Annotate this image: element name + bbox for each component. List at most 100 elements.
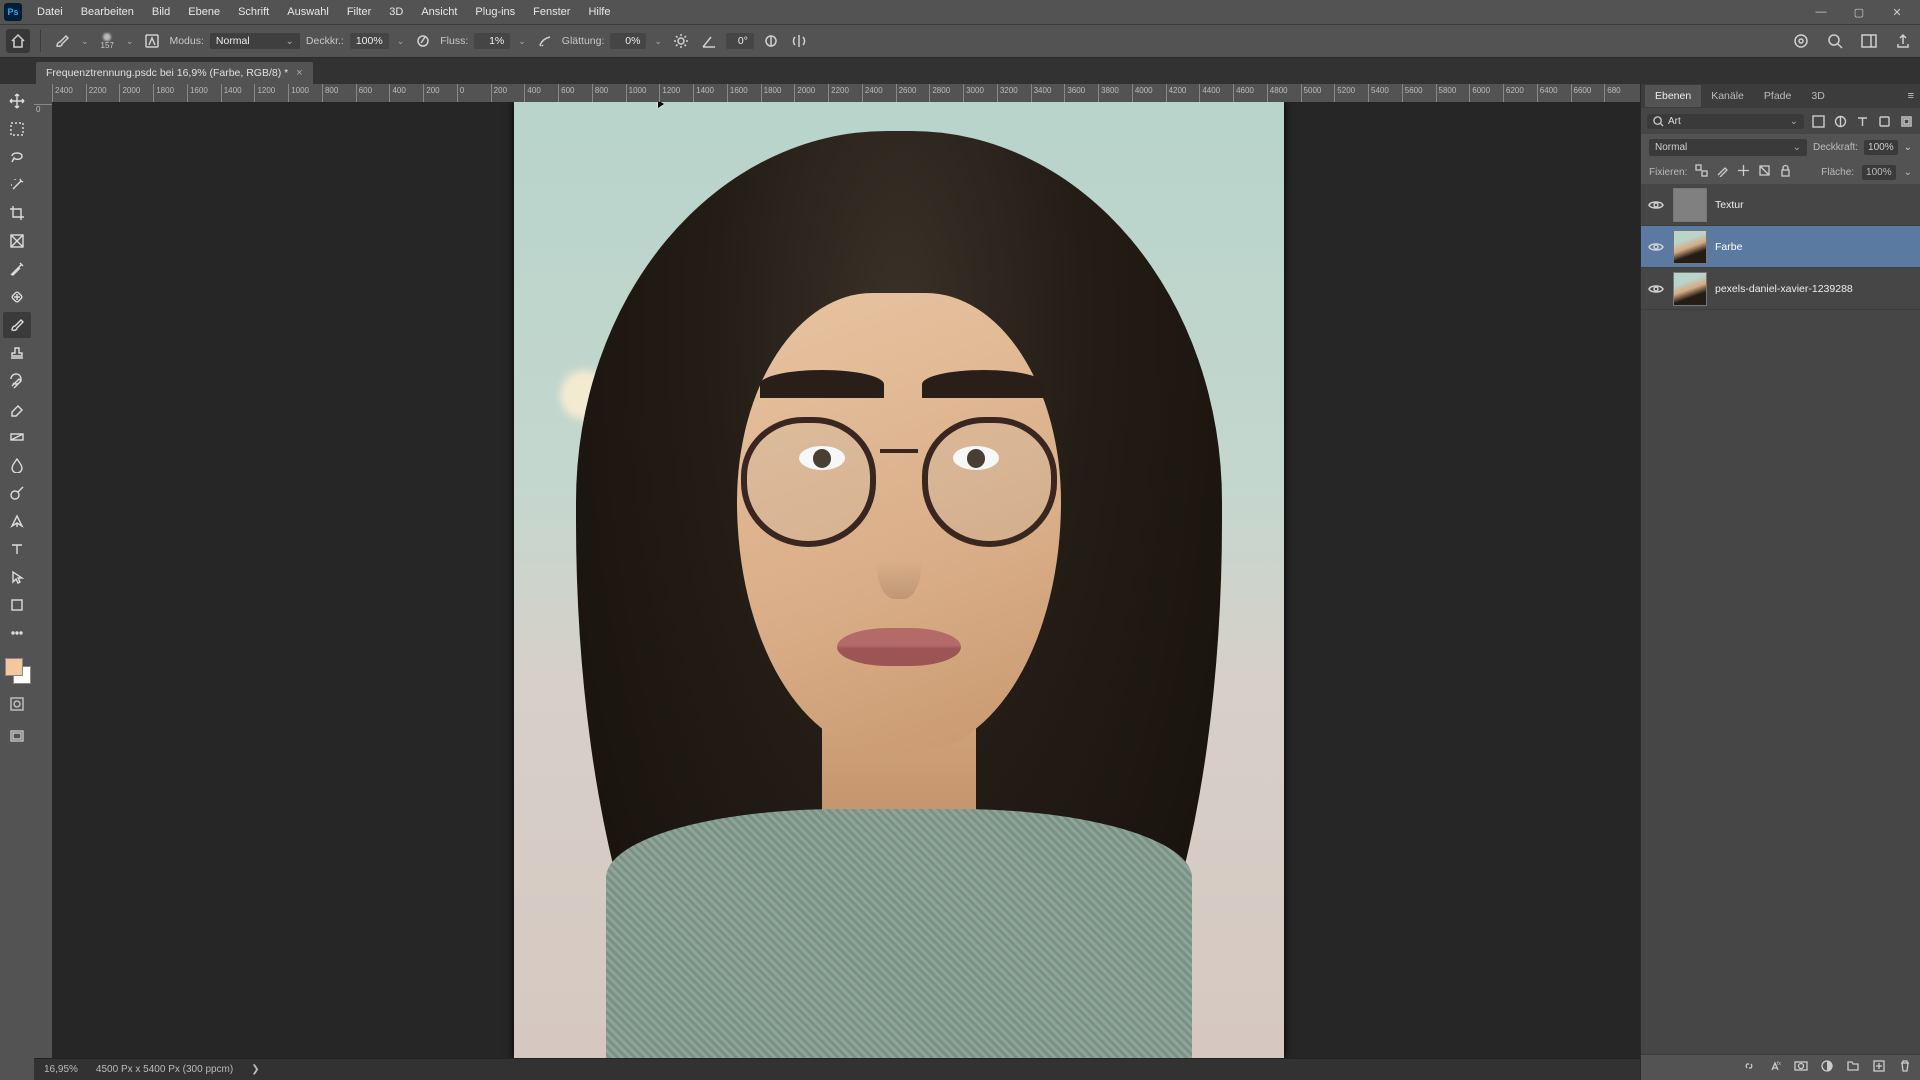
symmetry-icon[interactable] (788, 30, 810, 52)
foreground-color-swatch[interactable] (5, 658, 23, 676)
link-layers-icon[interactable] (1742, 1059, 1756, 1076)
eyedropper-tool[interactable] (3, 256, 31, 282)
layer-name[interactable]: Textur (1715, 199, 1744, 211)
layer-opacity-dropdown[interactable]: ⌄ (1904, 142, 1912, 153)
filter-adjust-icon[interactable] (1832, 113, 1848, 129)
screen-mode-button[interactable] (5, 724, 29, 748)
lock-pixels-icon[interactable] (1716, 164, 1729, 180)
wand-tool[interactable] (3, 172, 31, 198)
zoom-level[interactable]: 16,95% (44, 1064, 78, 1075)
more-tools[interactable] (3, 620, 31, 646)
lasso-tool[interactable] (3, 144, 31, 170)
group-layers-icon[interactable] (1846, 1059, 1860, 1076)
tab-ebenen[interactable]: Ebenen (1645, 85, 1701, 107)
eraser-tool[interactable] (3, 396, 31, 422)
shape-tool[interactable] (3, 592, 31, 618)
airbrush-icon[interactable] (534, 30, 556, 52)
document-tab[interactable]: Frequenztrennung.psdc bei 16,9% (Farbe, … (36, 62, 313, 84)
brush-tool-icon[interactable] (51, 30, 73, 52)
lock-transparency-icon[interactable] (1695, 164, 1708, 180)
window-maximize-button[interactable]: ▢ (1840, 2, 1878, 23)
marquee-tool[interactable] (3, 116, 31, 142)
dodge-tool[interactable] (3, 480, 31, 506)
filter-shape-icon[interactable] (1876, 113, 1892, 129)
lock-all-icon[interactable] (1779, 164, 1792, 180)
ruler-horizontal[interactable]: 2400220020001800160014001200100080060040… (34, 84, 1640, 102)
delete-layer-icon[interactable] (1898, 1059, 1912, 1076)
pressure-opacity-icon[interactable] (412, 30, 434, 52)
menu-ebene[interactable]: Ebene (179, 2, 229, 22)
layer-row[interactable]: Textur (1641, 184, 1920, 226)
cloud-docs-icon[interactable] (1790, 30, 1812, 52)
fill-input[interactable]: 100% (1862, 165, 1896, 180)
fill-dropdown[interactable]: ⌄ (1904, 167, 1912, 178)
history-brush-tool[interactable] (3, 368, 31, 394)
brush-panel-toggle-icon[interactable] (141, 30, 163, 52)
layer-filter-type-select[interactable]: Art (1647, 114, 1804, 129)
filter-smart-icon[interactable] (1898, 113, 1914, 129)
workspace-icon[interactable] (1858, 30, 1880, 52)
search-icon[interactable] (1824, 30, 1846, 52)
quick-mask-button[interactable] (5, 692, 29, 716)
tab-pfade[interactable]: Pfade (1754, 85, 1801, 107)
menu-filter[interactable]: Filter (338, 2, 380, 22)
layer-name[interactable]: Farbe (1715, 241, 1742, 253)
move-tool[interactable] (3, 88, 31, 114)
layer-visibility-toggle[interactable] (1647, 196, 1665, 214)
tab-3d[interactable]: 3D (1801, 85, 1834, 107)
pen-tool[interactable] (3, 508, 31, 534)
share-icon[interactable] (1892, 30, 1914, 52)
menu-plugins[interactable]: Plug-ins (466, 2, 524, 22)
layer-style-icon[interactable]: fx (1768, 1059, 1782, 1076)
stamp-tool[interactable] (3, 340, 31, 366)
menu-3d[interactable]: 3D (380, 2, 412, 22)
menu-fenster[interactable]: Fenster (524, 2, 579, 22)
brush-picker-dropdown[interactable]: ⌄ (124, 36, 136, 47)
layer-thumbnail[interactable] (1673, 230, 1707, 264)
lock-artboard-icon[interactable] (1758, 164, 1771, 180)
crop-tool[interactable] (3, 200, 31, 226)
new-layer-icon[interactable] (1872, 1059, 1886, 1076)
menu-hilfe[interactable]: Hilfe (579, 2, 619, 22)
brush-tool[interactable] (3, 312, 31, 338)
adjustment-layer-icon[interactable] (1820, 1059, 1834, 1076)
flow-dropdown[interactable]: ⌄ (516, 36, 528, 47)
window-close-button[interactable]: ✕ (1878, 2, 1916, 23)
tool-preset-dropdown[interactable]: ⌄ (79, 36, 91, 47)
menu-datei[interactable]: Datei (28, 2, 72, 22)
canvas-viewport[interactable] (52, 102, 1640, 1058)
layer-thumbnail[interactable] (1673, 272, 1707, 306)
layer-thumbnail[interactable] (1673, 188, 1707, 222)
layer-mask-icon[interactable] (1794, 1059, 1808, 1076)
smoothing-options-icon[interactable] (670, 30, 692, 52)
ruler-vertical[interactable]: 0 (34, 102, 52, 1058)
opacity-dropdown[interactable]: ⌄ (395, 36, 407, 47)
flow-input[interactable]: 1% (474, 33, 510, 49)
window-minimize-button[interactable]: — (1802, 2, 1840, 23)
smoothing-dropdown[interactable]: ⌄ (652, 36, 664, 47)
gradient-tool[interactable] (3, 424, 31, 450)
angle-input[interactable]: 0° (726, 33, 754, 49)
frame-tool[interactable] (3, 228, 31, 254)
status-more-icon[interactable]: ❯ (251, 1064, 259, 1075)
smoothing-input[interactable]: 0% (610, 33, 646, 49)
color-swatches[interactable] (3, 656, 31, 684)
menu-auswahl[interactable]: Auswahl (278, 2, 338, 22)
healing-tool[interactable] (3, 284, 31, 310)
home-button[interactable] (6, 29, 30, 53)
menu-schrift[interactable]: Schrift (229, 2, 278, 22)
layer-opacity-input[interactable]: 100% (1864, 140, 1898, 155)
brush-preview[interactable]: 157 (101, 33, 114, 50)
path-select-tool[interactable] (3, 564, 31, 590)
layer-visibility-toggle[interactable] (1647, 280, 1665, 298)
layer-row[interactable]: pexels-daniel-xavier-1239288 (1641, 268, 1920, 310)
menu-bild[interactable]: Bild (143, 2, 179, 22)
filter-type-icon[interactable] (1854, 113, 1870, 129)
type-tool[interactable] (3, 536, 31, 562)
lock-position-icon[interactable] (1737, 164, 1750, 180)
filter-pixel-icon[interactable] (1810, 113, 1826, 129)
layer-blend-mode-select[interactable]: Normal (1649, 139, 1807, 156)
tab-kanaele[interactable]: Kanäle (1701, 85, 1754, 107)
blur-tool[interactable] (3, 452, 31, 478)
layer-row[interactable]: Farbe (1641, 226, 1920, 268)
